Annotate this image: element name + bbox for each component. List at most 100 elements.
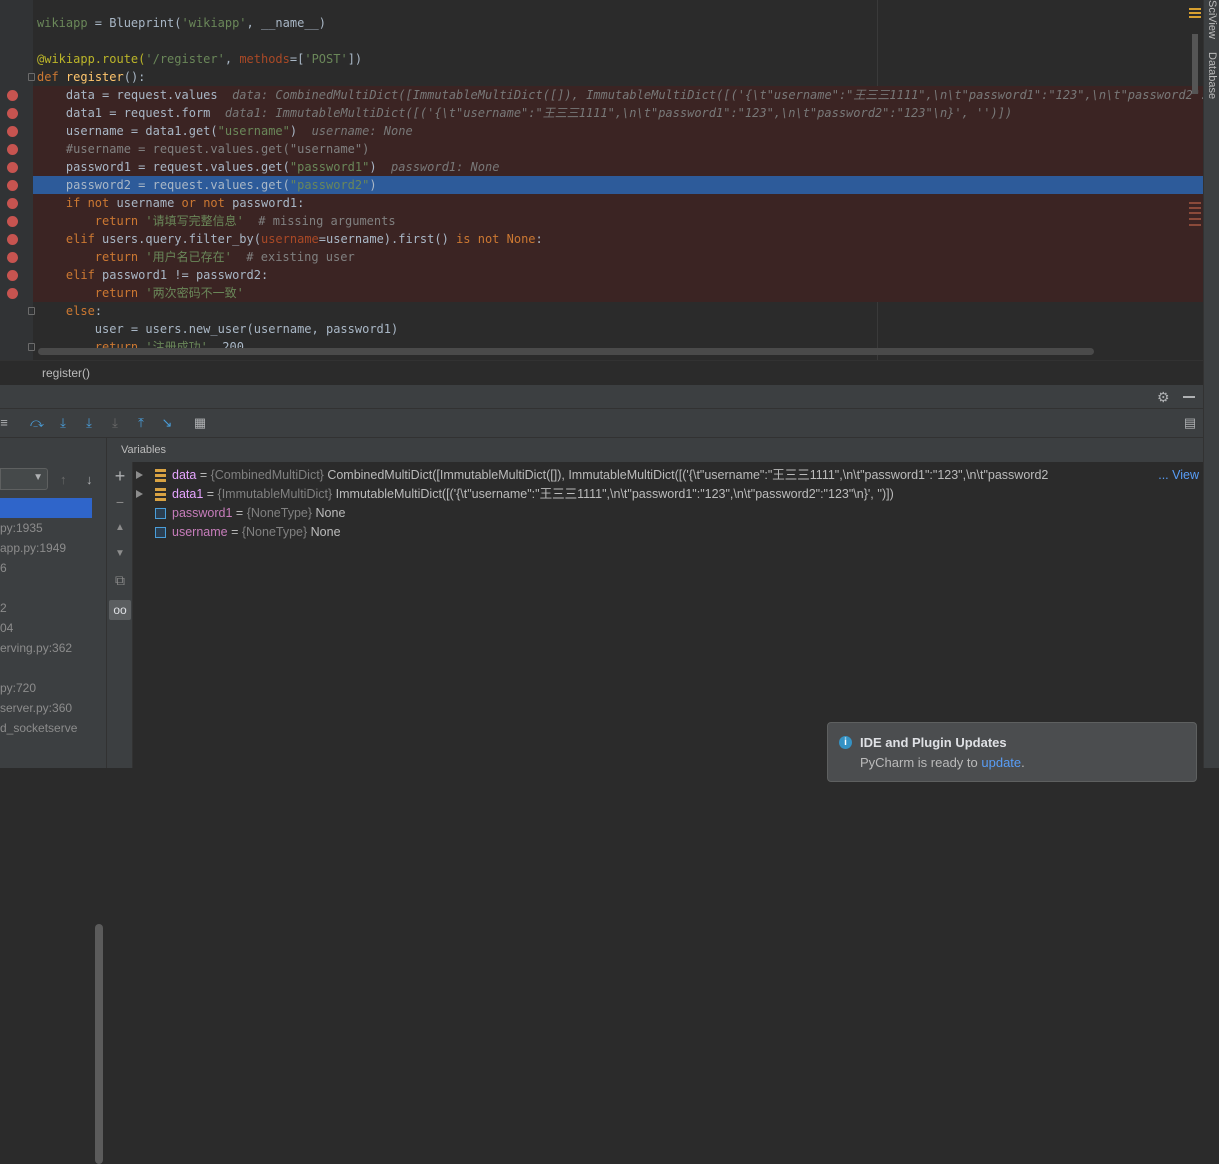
step-into-icon[interactable]: ⤓ bbox=[55, 415, 71, 431]
expand-arrow-icon[interactable] bbox=[136, 471, 143, 479]
code-line[interactable]: return '用户名已存在' # existing user bbox=[33, 248, 1203, 266]
current-execution-line[interactable]: password2 = request.values.get("password… bbox=[33, 176, 1203, 194]
code-line[interactable]: elif password1 != password2: bbox=[33, 266, 1203, 284]
breakpoint-icon[interactable] bbox=[7, 108, 18, 119]
breakpoint-marker[interactable] bbox=[1189, 224, 1201, 226]
stack-frame[interactable]: d_socketserve bbox=[0, 718, 92, 738]
stack-frame[interactable]: erving.py:362 bbox=[0, 638, 92, 658]
expand-arrow-icon[interactable] bbox=[136, 490, 143, 498]
step-over-icon[interactable]: ⤼ bbox=[29, 415, 45, 431]
breakpoint-marker[interactable] bbox=[1189, 202, 1201, 204]
variable-text: data = {CombinedMultiDict} CombinedMulti… bbox=[172, 468, 1049, 482]
update-notification[interactable]: i IDE and Plugin Updates PyCharm is read… bbox=[827, 722, 1197, 782]
warning-marker[interactable] bbox=[1189, 8, 1201, 10]
show-watches-icon[interactable]: oo bbox=[109, 600, 131, 620]
stack-frame[interactable]: 6 bbox=[0, 558, 92, 578]
field-icon bbox=[155, 527, 166, 538]
editor-scroll-thumb[interactable] bbox=[1192, 34, 1198, 94]
variable-row[interactable]: data1 = {ImmutableMultiDict} ImmutableMu… bbox=[133, 485, 1201, 504]
variable-type: {ImmutableMultiDict} bbox=[217, 487, 336, 501]
code-line[interactable]: wikiapp = Blueprint('wikiapp', __name__) bbox=[33, 14, 1203, 32]
stack-frame[interactable]: py:1935 bbox=[0, 518, 92, 538]
variable-row[interactable]: password1 = {NoneType} None bbox=[133, 504, 1201, 523]
previous-frame-icon[interactable]: ↑ bbox=[60, 472, 67, 487]
variable-value: None bbox=[315, 506, 346, 520]
breakpoint-icon[interactable] bbox=[7, 180, 18, 191]
code-line[interactable]: return '两次密码不一致' bbox=[33, 284, 1203, 302]
stack-frame[interactable]: app.py:1949 bbox=[0, 538, 92, 558]
code-line[interactable]: username = data1.get("username") usernam… bbox=[33, 122, 1203, 140]
database-tab[interactable]: Database bbox=[1206, 52, 1218, 99]
variable-text: data1 = {ImmutableMultiDict} ImmutableMu… bbox=[172, 487, 894, 501]
breakpoint-icon[interactable] bbox=[7, 126, 18, 137]
variable-name: data1 bbox=[172, 487, 204, 501]
view-value-link[interactable]: ... View bbox=[1154, 466, 1199, 485]
next-frame-icon[interactable]: ↓ bbox=[86, 472, 93, 487]
code-line[interactable]: def register(): bbox=[33, 68, 1203, 86]
breakpoint-icon[interactable] bbox=[7, 270, 18, 281]
frames-panel: ▼ ↑ ↓ py:1935 app.py:1949 6 2 04 erving.py:36… bbox=[0, 438, 107, 1164]
error-stripe[interactable] bbox=[1186, 0, 1203, 360]
code-editor[interactable]: wikiapp = Blueprint('wikiapp', __name__)… bbox=[0, 0, 1203, 360]
code-line[interactable]: if not username or not password1: bbox=[33, 194, 1203, 212]
code-line[interactable]: return '请填写完整信息' # missing arguments bbox=[33, 212, 1203, 230]
warning-marker[interactable] bbox=[1189, 16, 1201, 18]
variable-row[interactable]: username = {NoneType} None bbox=[133, 523, 1201, 542]
breakpoint-icon[interactable] bbox=[7, 198, 18, 209]
breakpoint-icon[interactable] bbox=[7, 162, 18, 173]
breakpoint-marker[interactable] bbox=[1189, 212, 1201, 214]
breakpoint-icon[interactable] bbox=[7, 90, 18, 101]
run-to-cursor-icon[interactable]: ↘ bbox=[159, 415, 175, 431]
code-line[interactable]: password1 = request.values.get("password… bbox=[33, 158, 1203, 176]
code-line[interactable]: elif users.query.filter_by(username=user… bbox=[33, 230, 1203, 248]
breakpoint-icon[interactable] bbox=[7, 144, 18, 155]
variable-row[interactable]: data = {CombinedMultiDict} CombinedMulti… bbox=[133, 466, 1201, 485]
thread-selector[interactable]: ▼ bbox=[0, 468, 48, 490]
remove-watch-icon[interactable]: − bbox=[112, 494, 128, 510]
breakpoint-marker[interactable] bbox=[1189, 207, 1201, 209]
breadcrumb-function[interactable]: register() bbox=[42, 366, 90, 380]
breakpoint-marker[interactable] bbox=[1189, 218, 1201, 220]
step-out-icon[interactable]: ⤒ bbox=[133, 415, 149, 431]
move-down-icon[interactable]: ▼ bbox=[112, 546, 128, 562]
breakpoint-icon[interactable] bbox=[7, 288, 18, 299]
variable-name: password1 bbox=[172, 506, 233, 520]
breakpoint-icon[interactable] bbox=[7, 234, 18, 245]
editor-gutter[interactable] bbox=[0, 0, 35, 360]
sciview-tab[interactable]: SciView bbox=[1206, 0, 1218, 39]
move-up-icon[interactable]: ▲ bbox=[112, 520, 128, 536]
minimize-icon[interactable] bbox=[1183, 396, 1195, 398]
variable-text: username = {NoneType} None bbox=[172, 525, 341, 539]
force-step-into-icon[interactable]: ⤓ bbox=[107, 415, 123, 431]
restore-layout-icon[interactable]: ▤ bbox=[1182, 415, 1198, 431]
notification-title: IDE and Plugin Updates bbox=[860, 735, 1007, 750]
stack-frame[interactable]: server.py:360 bbox=[0, 698, 92, 718]
evaluate-expression-icon[interactable]: ▦ bbox=[192, 415, 208, 431]
layout-icon[interactable]: ≡ bbox=[0, 415, 12, 431]
code-line[interactable] bbox=[33, 32, 1203, 50]
frames-scrollbar[interactable] bbox=[95, 924, 103, 1164]
stack-frame[interactable] bbox=[0, 658, 92, 678]
stack-frame[interactable] bbox=[0, 498, 92, 518]
step-into-my-code-icon[interactable]: ⤓ bbox=[81, 415, 97, 431]
stack-frame[interactable]: 2 bbox=[0, 598, 92, 618]
code-line[interactable]: @wikiapp.route('/register', methods=['PO… bbox=[33, 50, 1203, 68]
code-line[interactable]: data = request.values data: CombinedMult… bbox=[33, 86, 1203, 104]
code-line[interactable]: user = users.new_user(username, password… bbox=[33, 320, 1203, 338]
copy-icon[interactable]: ⧉ bbox=[112, 572, 128, 588]
horizontal-scrollbar[interactable] bbox=[38, 348, 1094, 355]
gear-icon[interactable]: ⚙ bbox=[1157, 389, 1170, 406]
code-line[interactable]: else: bbox=[33, 302, 1203, 320]
warning-marker[interactable] bbox=[1189, 12, 1201, 14]
chevron-down-icon: ▼ bbox=[33, 472, 43, 483]
add-watch-icon[interactable]: + bbox=[112, 467, 128, 485]
code-line[interactable]: #username = request.values.get("username… bbox=[33, 140, 1203, 158]
variable-type: {CombinedMultiDict} bbox=[210, 468, 328, 482]
breakpoint-icon[interactable] bbox=[7, 216, 18, 227]
breakpoint-icon[interactable] bbox=[7, 252, 18, 263]
stack-frame[interactable]: 04 bbox=[0, 618, 92, 638]
stack-frame[interactable] bbox=[0, 578, 92, 598]
variable-value: ImmutableMultiDict([('{\t"username":"王三三… bbox=[335, 487, 894, 501]
stack-frame[interactable]: py:720 bbox=[0, 678, 92, 698]
code-line[interactable]: data1 = request.form data1: ImmutableMul… bbox=[33, 104, 1203, 122]
